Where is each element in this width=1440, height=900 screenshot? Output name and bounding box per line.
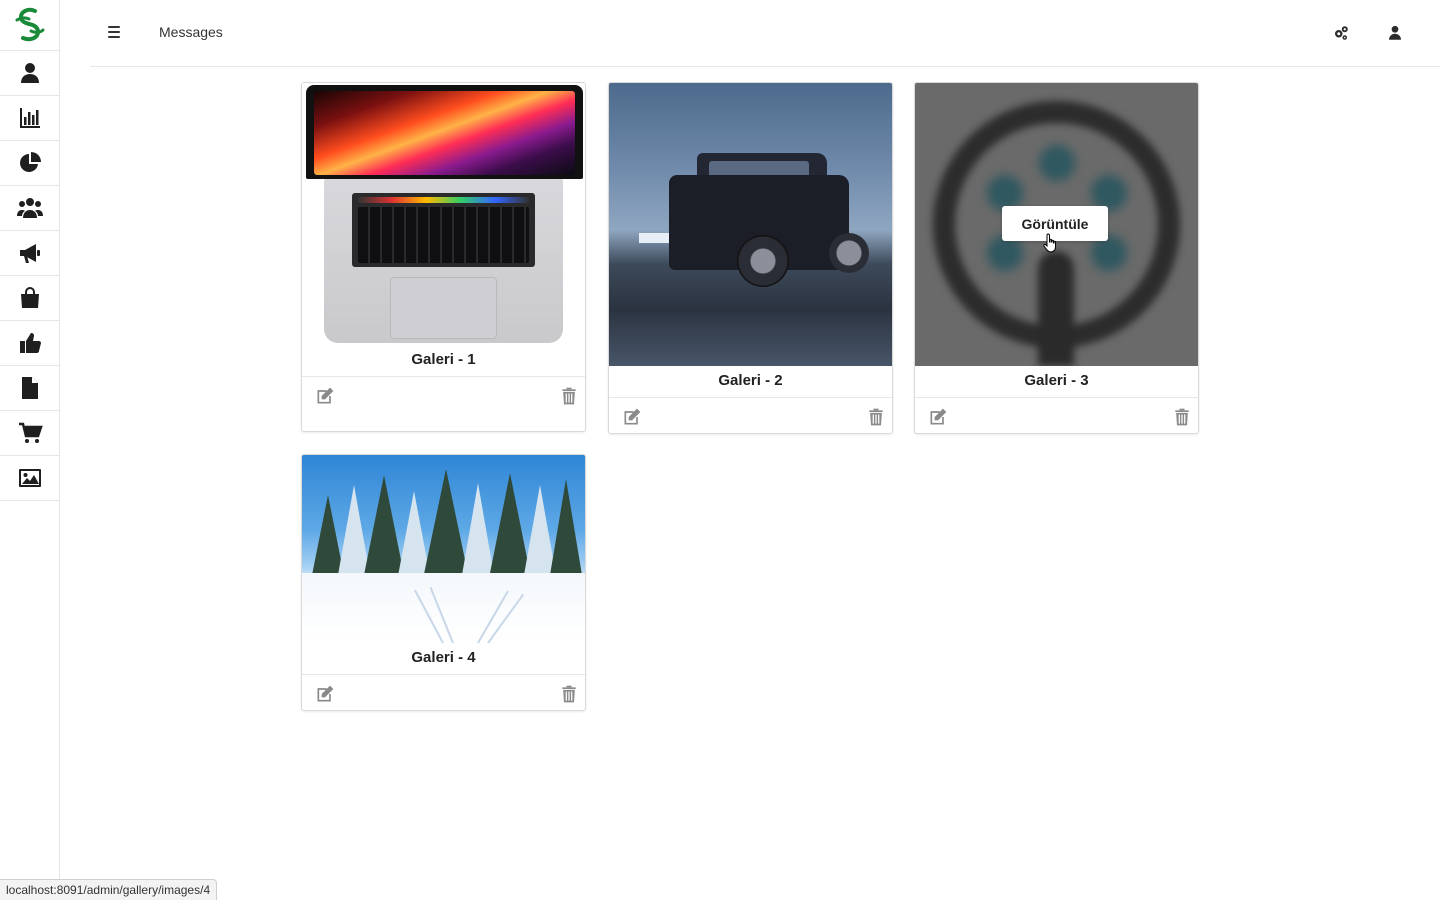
bar-chart-icon xyxy=(19,108,40,128)
gallery-image-laptop[interactable] xyxy=(302,83,585,345)
trash-icon[interactable] xyxy=(559,386,579,406)
gallery-card-title: Galeri - 4 xyxy=(302,643,585,675)
cart-icon xyxy=(18,422,43,443)
sidebar-item-groups[interactable] xyxy=(0,186,59,231)
status-bar-url: localhost:8091/admin/gallery/images/4 xyxy=(0,879,218,900)
edit-icon[interactable] xyxy=(622,407,642,427)
sidebar-item-products[interactable] xyxy=(0,276,59,321)
hand-cursor-icon xyxy=(1043,233,1056,253)
gallery-image-snow-forest[interactable] xyxy=(302,455,585,643)
gallery-card: Görüntüle Galeri - 3 xyxy=(914,82,1199,434)
user-icon xyxy=(20,63,39,83)
gallery-image-suv[interactable] xyxy=(609,83,892,366)
edit-icon[interactable] xyxy=(315,684,335,704)
edit-icon[interactable] xyxy=(928,407,948,427)
logo-icon xyxy=(15,7,44,42)
sidebar-item-gallery[interactable] xyxy=(0,456,59,501)
file-icon xyxy=(21,377,38,399)
users-icon xyxy=(16,198,43,218)
sidebar-item-pages[interactable] xyxy=(0,366,59,411)
edit-icon[interactable] xyxy=(315,386,335,406)
brand-logo[interactable] xyxy=(0,0,59,51)
sidebar-item-reports[interactable] xyxy=(0,141,59,186)
shopping-bag-icon xyxy=(20,287,39,308)
pie-chart-icon xyxy=(19,152,41,172)
image-icon xyxy=(18,469,41,487)
gallery-card-title: Galeri - 2 xyxy=(609,366,892,398)
gallery-card: Galeri - 1 xyxy=(301,82,586,432)
sidebar-item-announcements[interactable] xyxy=(0,231,59,276)
topbar: Messages xyxy=(90,0,1440,67)
page-title: Messages xyxy=(159,24,223,40)
gallery-card-title: Galeri - 1 xyxy=(302,345,585,377)
gallery-card: Galeri - 2 xyxy=(608,82,893,434)
hamburger-icon[interactable] xyxy=(108,26,120,38)
gears-icon[interactable] xyxy=(1332,24,1350,42)
sidebar xyxy=(0,0,60,900)
sidebar-item-orders[interactable] xyxy=(0,411,59,456)
user-icon[interactable] xyxy=(1386,24,1404,42)
trash-icon[interactable] xyxy=(559,684,579,704)
thumbs-up-icon xyxy=(19,333,41,353)
gallery-card: Galeri - 4 xyxy=(301,454,586,711)
megaphone-icon xyxy=(19,244,40,263)
sidebar-item-likes[interactable] xyxy=(0,321,59,366)
trash-icon[interactable] xyxy=(1172,407,1192,427)
sidebar-item-statistics[interactable] xyxy=(0,96,59,141)
sidebar-item-users[interactable] xyxy=(0,51,59,96)
trash-icon[interactable] xyxy=(866,407,886,427)
gallery-image-logo[interactable]: Görüntüle xyxy=(915,83,1198,366)
gallery-card-title: Galeri - 3 xyxy=(915,366,1198,398)
